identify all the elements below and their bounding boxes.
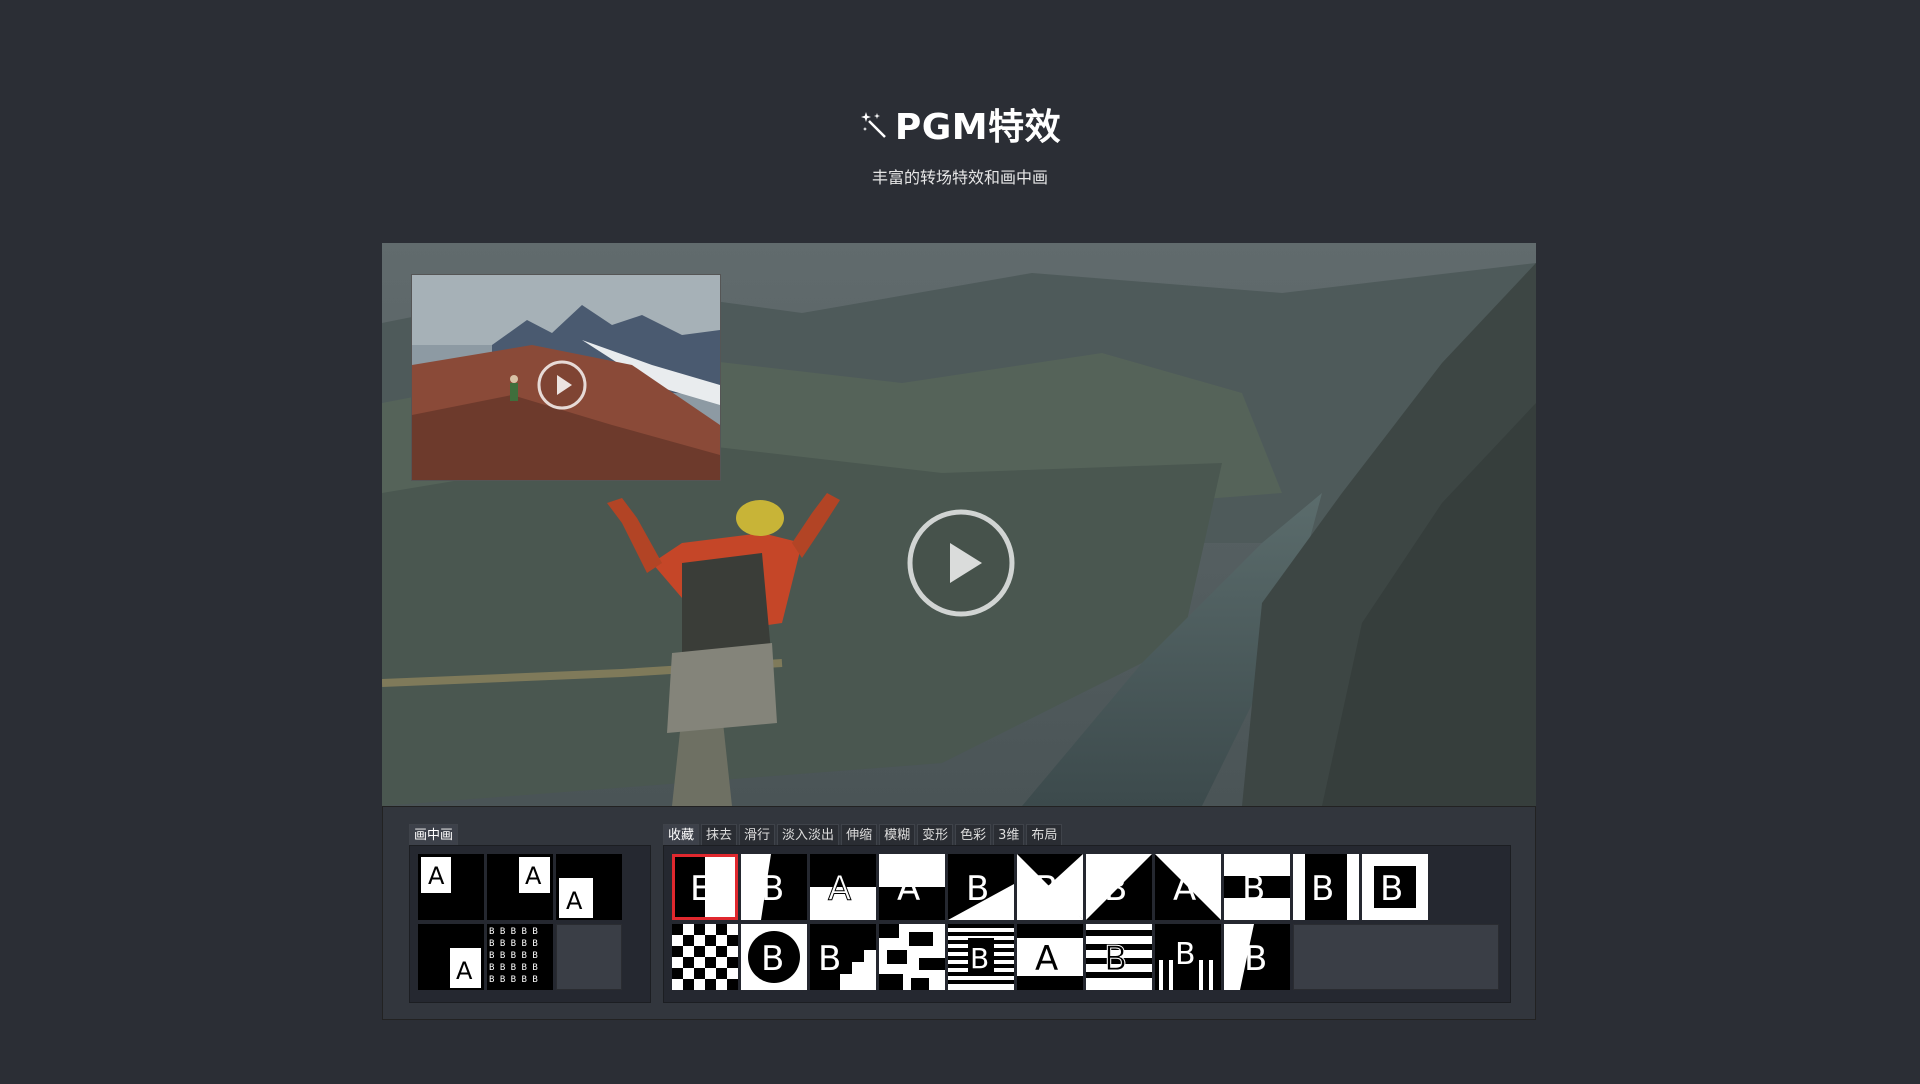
effect-stripes-vertical[interactable]: B xyxy=(1155,924,1221,990)
tab-pip[interactable]: 画中画 xyxy=(409,824,459,847)
effect-wipe-diagonal[interactable]: A xyxy=(879,854,945,920)
svg-text:B: B xyxy=(1380,869,1403,909)
svg-text:B B B B B: B B B B B xyxy=(489,951,538,961)
effects-panel: 画中画 收藏 抹去 滑行 淡入淡出 伸缩 模糊 变形 色彩 3维 布局 A A … xyxy=(382,806,1536,1020)
pip-layout-top-right[interactable]: A xyxy=(487,854,553,920)
effect-bars-vertical[interactable]: B xyxy=(1293,854,1359,920)
svg-text:B: B xyxy=(1242,869,1265,909)
svg-text:B: B xyxy=(970,942,989,975)
svg-text:A: A xyxy=(428,862,445,890)
svg-text:B B B B B: B B B B B xyxy=(489,963,538,973)
program-video-preview[interactable] xyxy=(382,243,1536,806)
page-title: PGM特效 xyxy=(894,107,1062,148)
play-icon[interactable] xyxy=(536,359,588,411)
pip-tab-bar: 画中画 xyxy=(409,824,459,847)
svg-text:B: B xyxy=(966,869,989,909)
svg-text:A: A xyxy=(456,957,473,985)
svg-text:B: B xyxy=(1244,939,1267,979)
svg-text:B B B B B: B B B B B xyxy=(489,975,538,985)
magic-wand-icon xyxy=(860,112,886,138)
effect-bars-horizontal[interactable]: B xyxy=(1224,854,1290,920)
title-row: PGM特效 xyxy=(0,98,1920,150)
pip-layout-top-left[interactable]: A xyxy=(418,854,484,920)
svg-text:A: A xyxy=(828,869,851,909)
svg-text:B B B B B: B B B B B xyxy=(489,939,538,949)
tab-fade[interactable]: 淡入淡出 xyxy=(777,824,840,847)
effect-circle[interactable]: B xyxy=(741,924,807,990)
effect-grid: E B A A B B B A B B B B B B A B B B xyxy=(663,845,1511,1003)
pip-layout-bottom-right[interactable]: A xyxy=(556,854,622,920)
svg-text:A: A xyxy=(566,887,583,915)
effect-checker[interactable] xyxy=(672,924,738,990)
effect-stripes-wide[interactable]: B xyxy=(1086,924,1152,990)
tab-wipe[interactable]: 抹去 xyxy=(701,824,738,847)
tab-stretch[interactable]: 伸缩 xyxy=(841,824,878,847)
page-header: PGM特效 丰富的转场特效和画中画 xyxy=(0,98,1920,188)
pip-layout-grid: A A A A B B B B BB B B B B B B B B BB B … xyxy=(409,845,651,1003)
effect-wipe-triangle[interactable]: B xyxy=(1017,854,1083,920)
effect-blocks[interactable] xyxy=(879,924,945,990)
tab-3d[interactable]: 3维 xyxy=(993,824,1025,847)
tab-blur[interactable]: 模糊 xyxy=(879,824,916,847)
effect-tab-bar: 收藏 抹去 滑行 淡入淡出 伸缩 模糊 变形 色彩 3维 布局 xyxy=(663,824,1063,847)
effect-wipe-horizontal[interactable]: A xyxy=(810,854,876,920)
effect-slide-fade[interactable]: B xyxy=(741,854,807,920)
svg-text:B: B xyxy=(761,869,784,909)
tab-favorites[interactable]: 收藏 xyxy=(663,824,700,847)
effect-stairs[interactable]: B xyxy=(810,924,876,990)
effect-split-horizontal[interactable]: A xyxy=(1017,924,1083,990)
svg-text:B: B xyxy=(1311,869,1334,909)
effect-wipe-left-selected[interactable]: E xyxy=(672,854,738,920)
svg-text:B: B xyxy=(761,939,784,979)
svg-text:B: B xyxy=(818,939,841,979)
effect-slash[interactable]: B xyxy=(1224,924,1290,990)
svg-text:A: A xyxy=(1173,869,1196,909)
empty-slot xyxy=(1293,924,1499,990)
svg-text:A: A xyxy=(897,869,920,909)
tab-color[interactable]: 色彩 xyxy=(955,824,992,847)
tab-layout[interactable]: 布局 xyxy=(1026,824,1063,847)
svg-text:B: B xyxy=(1175,937,1196,972)
picture-in-picture-window[interactable] xyxy=(411,274,721,481)
play-icon[interactable] xyxy=(906,508,1016,618)
page-subtitle: 丰富的转场特效和画中画 xyxy=(871,168,1048,187)
svg-text:A: A xyxy=(1035,939,1058,979)
empty-slot xyxy=(556,924,622,990)
effect-wipe-corner[interactable]: B xyxy=(948,854,1014,920)
svg-text:E: E xyxy=(690,869,711,909)
svg-text:B: B xyxy=(1104,939,1127,979)
svg-text:A: A xyxy=(525,862,542,890)
svg-text:B: B xyxy=(1104,869,1127,909)
pip-layout-grid[interactable]: B B B B B B B B B B B B B B B B B B B B B … xyxy=(487,924,553,990)
effect-wipe-diagonal-split[interactable]: B xyxy=(1086,854,1152,920)
effect-wipe-triangle-dark[interactable]: A xyxy=(1155,854,1221,920)
tab-slide[interactable]: 滑行 xyxy=(739,824,776,847)
pip-layout-bottom-left[interactable]: A xyxy=(418,924,484,990)
tab-deform[interactable]: 变形 xyxy=(917,824,954,847)
svg-text:B B B B B: B B B B B xyxy=(489,927,538,937)
effect-box-zoom[interactable]: B xyxy=(1362,854,1428,920)
effect-stripes-fine[interactable]: B xyxy=(948,924,1014,990)
svg-text:B: B xyxy=(1035,869,1058,909)
